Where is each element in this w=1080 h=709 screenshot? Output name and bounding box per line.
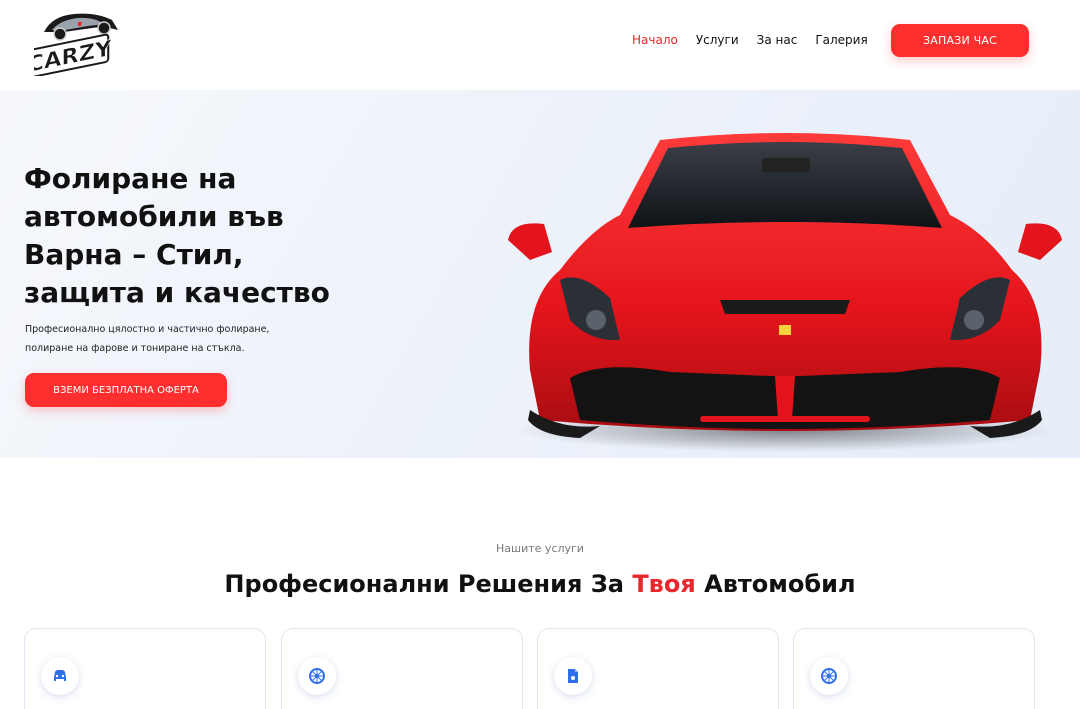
services-title: Професионални Решения За Твоя Автомобил [0, 570, 1080, 598]
book-appointment-button[interactable]: ЗАПАЗИ ЧАС [891, 24, 1029, 57]
services-title-start: Професионални Решения За [224, 570, 633, 598]
hero-subtitle: Професионално цялостно и частично фолира… [25, 320, 295, 358]
nav-link-services[interactable]: Услуги [696, 33, 739, 47]
hero-title: Фолиране на автомобили във Варна – Стил,… [24, 160, 344, 312]
services-title-accent: Твоя [632, 570, 696, 598]
hero-subtitle-line: полиране на фарове и тониране на стъкла. [25, 343, 245, 354]
hero-title-line: Фолиране на [24, 162, 237, 195]
nav-link-home[interactable]: Начало [632, 33, 678, 47]
hero-title-line: Варна – Стил, [24, 238, 244, 271]
wheel-icon [298, 657, 336, 695]
service-card[interactable] [281, 628, 523, 709]
main-nav: Начало Услуги За нас Галерия [632, 33, 886, 47]
nav-link-gallery[interactable]: Галерия [815, 33, 867, 47]
car-wrap-icon [41, 657, 79, 695]
service-card[interactable] [24, 628, 266, 709]
free-quote-button[interactable]: ВЗЕМИ БЕЗПЛАТНА ОФЕРТА [25, 373, 227, 407]
service-card[interactable] [793, 628, 1035, 709]
hero-subtitle-line: Професионално цялостно и частично фолира… [25, 324, 270, 335]
site-header: CARZY Начало Услуги За нас Галерия ЗАПАЗ… [0, 0, 1080, 90]
hero-title-line: защита и качество [24, 276, 330, 309]
hero-title-line: автомобили във [24, 200, 284, 233]
service-card[interactable] [537, 628, 779, 709]
service-cards [24, 628, 1036, 709]
red-sports-car-image [508, 133, 1062, 452]
carzy-logo[interactable]: CARZY [34, 4, 124, 76]
wheel-icon [810, 657, 848, 695]
document-icon [554, 657, 592, 695]
services-eyebrow: Нашите услуги [496, 542, 584, 555]
services-title-end: Автомобил [695, 570, 856, 598]
nav-link-about[interactable]: За нас [757, 33, 798, 47]
hero-section: Фолиране на автомобили във Варна – Стил,… [0, 90, 1080, 458]
